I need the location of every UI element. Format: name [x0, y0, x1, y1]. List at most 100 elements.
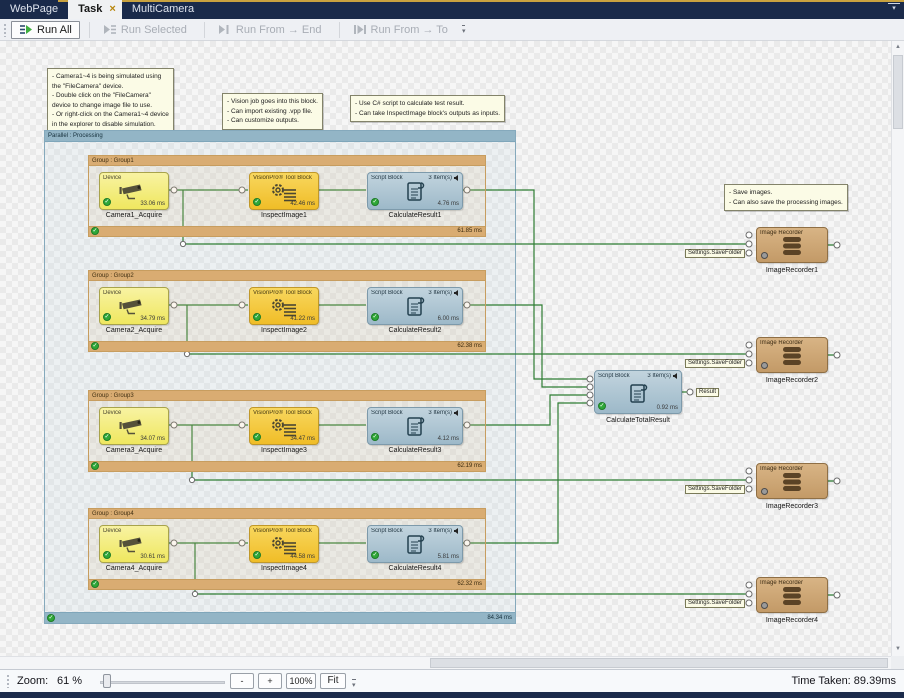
- status-ok-icon: ✓: [91, 462, 99, 470]
- node-type-label: VisionPro® Tool Block: [253, 290, 312, 296]
- node-type-label: Device: [103, 290, 121, 296]
- calculateresult4-node[interactable]: Script Block3 Item(s) ✓ 5.81 ms: [367, 525, 463, 563]
- node-time: 42.46 ms: [290, 201, 315, 207]
- node-label: CalculateResult1: [365, 212, 465, 219]
- speaker-icon: [673, 373, 678, 379]
- node-label: ImageRecorder3: [741, 503, 843, 510]
- node-type-label: VisionPro® Tool Block: [253, 528, 312, 534]
- imagerecorder4-node[interactable]: Image Recorder: [756, 577, 828, 613]
- calculateresult1-node[interactable]: Script Block3 Item(s) ✓ 4.76 ms: [367, 172, 463, 210]
- status-ok-icon: ✓: [253, 433, 261, 441]
- camera4-acquire-node[interactable]: Device ✓ 30.61 ms: [99, 525, 169, 563]
- calculateresult3-node[interactable]: Script Block3 Item(s) ✓ 4.12 ms: [367, 407, 463, 445]
- node-label: ImageRecorder1: [741, 267, 843, 274]
- database-icon: [779, 235, 805, 257]
- run-selected-button[interactable]: Run Selected: [95, 21, 195, 39]
- group-header: Group : Group2: [89, 271, 485, 281]
- imagerecorder3-node[interactable]: Image Recorder: [756, 463, 828, 499]
- script-icon: [404, 295, 426, 319]
- node-label: CalculateTotalResult: [588, 417, 688, 424]
- node-time: 34.47 ms: [290, 436, 315, 442]
- group-group3[interactable]: Group : Group3 Device ✓ 34.07 ms Camera3…: [88, 390, 486, 472]
- camera1-acquire-node[interactable]: Device ✓ 33.06 ms: [99, 172, 169, 210]
- savefolder-port-tag: Settings.SaveFolder: [685, 359, 745, 368]
- node-type-label: VisionPro® Tool Block: [253, 410, 312, 416]
- tab-task[interactable]: Task×: [68, 0, 122, 19]
- node-label: InspectImage4: [234, 565, 334, 572]
- script-icon: [404, 533, 426, 557]
- run-selected-icon: [103, 24, 117, 35]
- status-ok-icon: ✓: [91, 342, 99, 350]
- status-idle-icon: [761, 602, 768, 609]
- zoom-slider-handle[interactable]: [103, 674, 111, 688]
- statusbar-grip[interactable]: [6, 674, 10, 688]
- tab-bar: WebPage Task× MultiCamera ▾: [0, 0, 904, 19]
- item-count-badge: 3 Item(s): [647, 373, 671, 379]
- run-all-icon: [19, 24, 33, 35]
- calculateresult2-node[interactable]: Script Block3 Item(s) ✓ 6.00 ms: [367, 287, 463, 325]
- zoom-out-button[interactable]: -: [230, 673, 254, 689]
- speaker-icon: [454, 175, 459, 181]
- zoom-slider-track[interactable]: [100, 681, 225, 684]
- zoom-in-button[interactable]: +: [258, 673, 282, 689]
- script-icon: [627, 382, 649, 406]
- script-icon: [404, 180, 426, 204]
- tab-multicamera[interactable]: MultiCamera: [122, 0, 204, 19]
- camera3-acquire-node[interactable]: Device ✓ 34.07 ms: [99, 407, 169, 445]
- horizontal-scrollbar[interactable]: [0, 656, 891, 669]
- window-bottom-edge: [0, 692, 904, 698]
- scroll-down-icon[interactable]: ▼: [892, 643, 904, 656]
- horizontal-scrollbar-thumb[interactable]: [430, 658, 888, 668]
- script-icon: [404, 415, 426, 439]
- status-ok-icon: ✓: [253, 313, 261, 321]
- tab-list-dropdown-icon[interactable]: ▾: [888, 3, 900, 12]
- node-label: InspectImage1: [234, 212, 334, 219]
- speaker-icon: [454, 528, 459, 534]
- node-label: InspectImage3: [234, 447, 334, 454]
- inspectimage4-node[interactable]: VisionPro® Tool Block ✓ 44.58 ms: [249, 525, 319, 563]
- inspectimage1-node[interactable]: VisionPro® Tool Block ✓ 42.46 ms: [249, 172, 319, 210]
- scroll-up-icon[interactable]: ▲: [892, 41, 904, 54]
- item-count-badge: 3 Item(s): [428, 410, 452, 416]
- close-icon[interactable]: ×: [109, 3, 115, 15]
- inspectimage2-node[interactable]: VisionPro® Tool Block ✓ 41.22 ms: [249, 287, 319, 325]
- item-count-badge: 3 Item(s): [428, 290, 452, 296]
- node-type-label: Device: [103, 528, 121, 534]
- imagerecorder1-node[interactable]: Image Recorder: [756, 227, 828, 263]
- group-group1[interactable]: Group : Group1 Device ✓ 33.06 ms Camera1…: [88, 155, 486, 237]
- status-ok-icon: ✓: [103, 551, 111, 559]
- toolbar-grip[interactable]: [3, 23, 7, 37]
- database-icon: [779, 345, 805, 367]
- node-label: Camera1_Acquire: [84, 212, 184, 219]
- node-time: 4.12 ms: [438, 436, 459, 442]
- vertical-scrollbar-thumb[interactable]: [893, 55, 903, 129]
- savefolder-port-tag: Settings.SaveFolder: [685, 599, 745, 608]
- group-group2[interactable]: Group : Group2 Device ✓ 34.79 ms Camera2…: [88, 270, 486, 352]
- calculatetotalresult-node[interactable]: Script Block3 Item(s) ✓ 0.92 ms: [594, 370, 682, 414]
- toolbar-separator: [204, 22, 205, 38]
- node-time: 4.76 ms: [438, 201, 459, 207]
- database-icon: [779, 471, 805, 493]
- run-all-button[interactable]: Run All: [11, 21, 80, 39]
- zoom-fit-button[interactable]: Fit: [320, 673, 346, 689]
- toolbar-overflow-icon[interactable]: ▾: [462, 25, 466, 35]
- run-from-end-button[interactable]: Run From → End: [210, 21, 330, 39]
- statusbar-overflow-icon[interactable]: ▾: [352, 679, 356, 689]
- toolbar-separator: [89, 22, 90, 38]
- zoom-100-button[interactable]: 100%: [286, 673, 316, 689]
- node-type-label: Script Block: [598, 373, 630, 379]
- run-from-to-button[interactable]: Run From → To: [345, 21, 456, 39]
- group-group4[interactable]: Group : Group4 Device ✓ 30.61 ms Camera4…: [88, 508, 486, 590]
- status-ok-icon: ✓: [371, 551, 379, 559]
- button-label: Run From → To: [371, 24, 448, 36]
- node-time: 41.22 ms: [290, 316, 315, 322]
- recorder-output-wires: [828, 245, 834, 595]
- node-label: ImageRecorder4: [741, 617, 843, 624]
- imagerecorder2-node[interactable]: Image Recorder: [756, 337, 828, 373]
- flow-canvas[interactable]: - Camera1~4 is being simulated usingthe …: [0, 41, 891, 656]
- node-time: 44.58 ms: [290, 554, 315, 560]
- tab-webpage[interactable]: WebPage: [0, 0, 68, 19]
- inspectimage3-node[interactable]: VisionPro® Tool Block ✓ 34.47 ms: [249, 407, 319, 445]
- camera2-acquire-node[interactable]: Device ✓ 34.79 ms: [99, 287, 169, 325]
- vertical-scrollbar[interactable]: ▲ ▼: [891, 41, 904, 656]
